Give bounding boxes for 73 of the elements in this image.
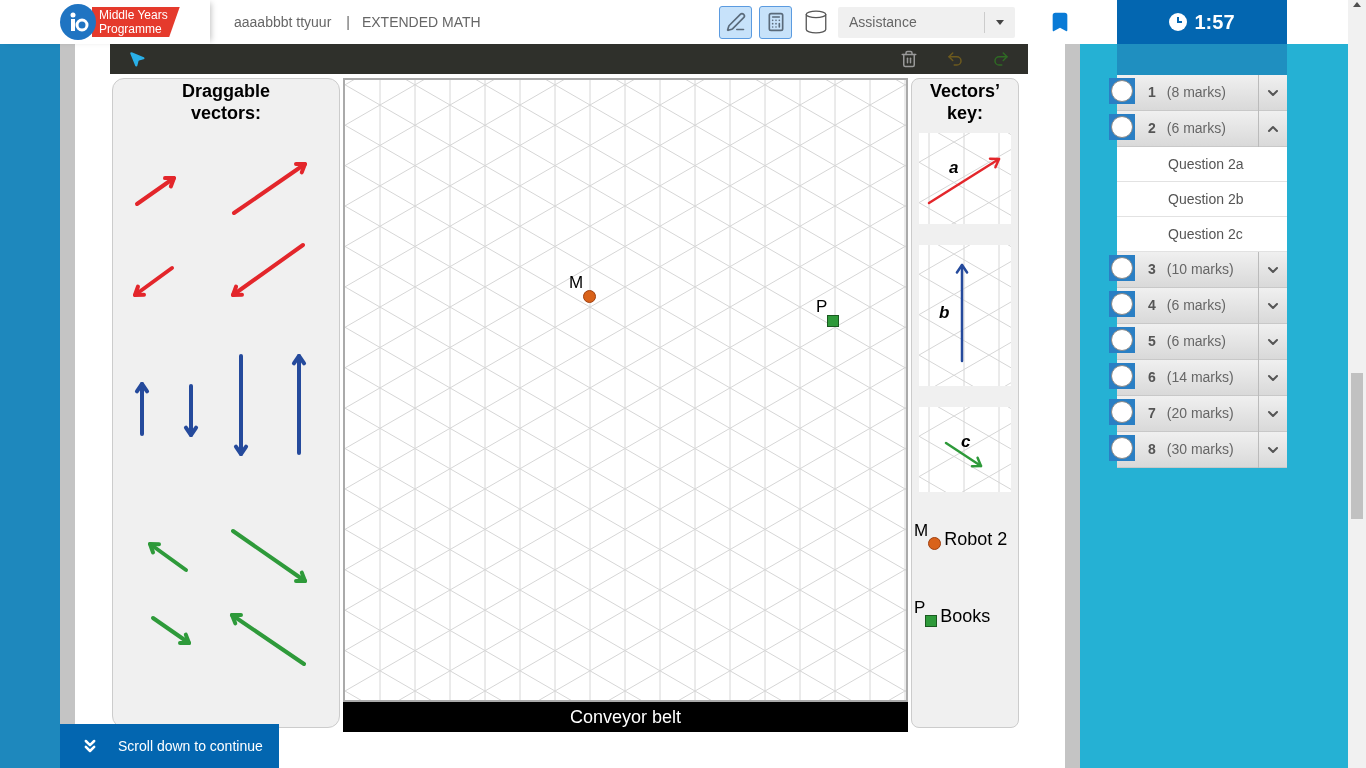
panel-title: Draggable vectors: [181, 80, 271, 124]
logo-text: Middle Years [99, 8, 168, 22]
question-row[interactable]: 2 (6 marks) [1117, 111, 1287, 147]
question-row[interactable]: 7 (20 marks) [1117, 396, 1287, 432]
question-number: 5 [1148, 332, 1156, 351]
status-circle-icon [1109, 363, 1135, 389]
trash-icon[interactable] [900, 50, 918, 68]
vector-label: a [949, 159, 959, 176]
question-row[interactable]: 4 (6 marks) [1117, 288, 1287, 324]
logo-emblem-icon [60, 4, 96, 40]
question-marks: (10 marks) [1166, 260, 1235, 279]
status-circle-icon [1109, 399, 1135, 425]
vector-label: b [939, 304, 950, 321]
legend-label: Robot 2 [944, 530, 1008, 548]
status-circle-icon [1109, 291, 1135, 317]
sub-question-item[interactable]: Question 2a [1117, 147, 1287, 182]
scrollbar-thumb[interactable] [1351, 373, 1363, 519]
vector-arrow [151, 616, 191, 645]
panel-title: Vectors’ key: [928, 80, 1001, 124]
cursor-icon[interactable] [128, 50, 146, 68]
sub-question-item[interactable]: Question 2c [1117, 217, 1287, 252]
logo-text: Programme [99, 22, 163, 36]
vector-arrow [134, 382, 150, 436]
status-circle-icon [1109, 327, 1135, 353]
status-circle-icon [1109, 255, 1135, 281]
question-row[interactable]: 1 (8 marks) [1117, 75, 1287, 111]
question-marks: (14 marks) [1166, 368, 1235, 387]
status-circle-icon [1109, 435, 1135, 461]
question-marks: (6 marks) [1166, 119, 1227, 138]
question-number: 6 [1148, 368, 1156, 387]
sub-question-item[interactable]: Question 2b [1117, 182, 1287, 217]
legend-label: Books [940, 607, 991, 625]
vector-label: c [961, 433, 971, 450]
subject-title: EXTENDED MATH [361, 12, 481, 32]
question-row[interactable]: 8 (30 marks) [1117, 432, 1287, 468]
question-number: 2 [1148, 119, 1156, 138]
question-marks: (8 marks) [1166, 83, 1227, 102]
question-marks: (20 marks) [1166, 404, 1235, 423]
point-square [827, 315, 840, 327]
question-marks: (30 marks) [1166, 440, 1235, 459]
scroll-down-banner[interactable]: Scroll down to continue [60, 724, 279, 768]
vector-arrow [133, 266, 174, 297]
point-label: M [569, 274, 584, 291]
separator: | [346, 12, 350, 32]
conveyor-belt: Conveyor belt [343, 702, 908, 732]
question-row[interactable]: 6 (14 marks) [1117, 360, 1287, 396]
question-marks: (6 marks) [1166, 296, 1227, 315]
question-number: 3 [1148, 260, 1156, 279]
vector-arrow [148, 542, 188, 572]
question-number: 4 [1148, 296, 1156, 315]
question-number: 7 [1148, 404, 1156, 423]
tool-button[interactable] [759, 5, 792, 39]
clock-icon [1169, 13, 1188, 31]
pen-icon [725, 12, 746, 32]
legend-letter: P [914, 599, 926, 616]
legend-square [925, 615, 938, 627]
candidate-name: aaaabbbt ttyuur [234, 12, 332, 32]
scroll-up-arrow-icon[interactable] [1353, 2, 1361, 7]
legend-letter: M [914, 522, 929, 539]
vector-arrow [135, 176, 176, 206]
vector-arrow [183, 384, 199, 437]
tool-button[interactable] [719, 5, 752, 39]
caret-icon [996, 19, 1004, 25]
point-label: P [816, 298, 828, 315]
status-circle-icon [1109, 114, 1135, 140]
question-number: 1 [1148, 83, 1156, 102]
assistance-dropdown[interactable]: Assistance [838, 6, 1015, 38]
status-circle-icon [1109, 78, 1135, 104]
question-number: 8 [1148, 440, 1156, 459]
question-marks: (6 marks) [1166, 332, 1227, 351]
question-row[interactable]: 5 (6 marks) [1117, 324, 1287, 360]
timer-text: 1:57 [1194, 10, 1235, 35]
question-row[interactable]: 3 (10 marks) [1117, 252, 1287, 288]
